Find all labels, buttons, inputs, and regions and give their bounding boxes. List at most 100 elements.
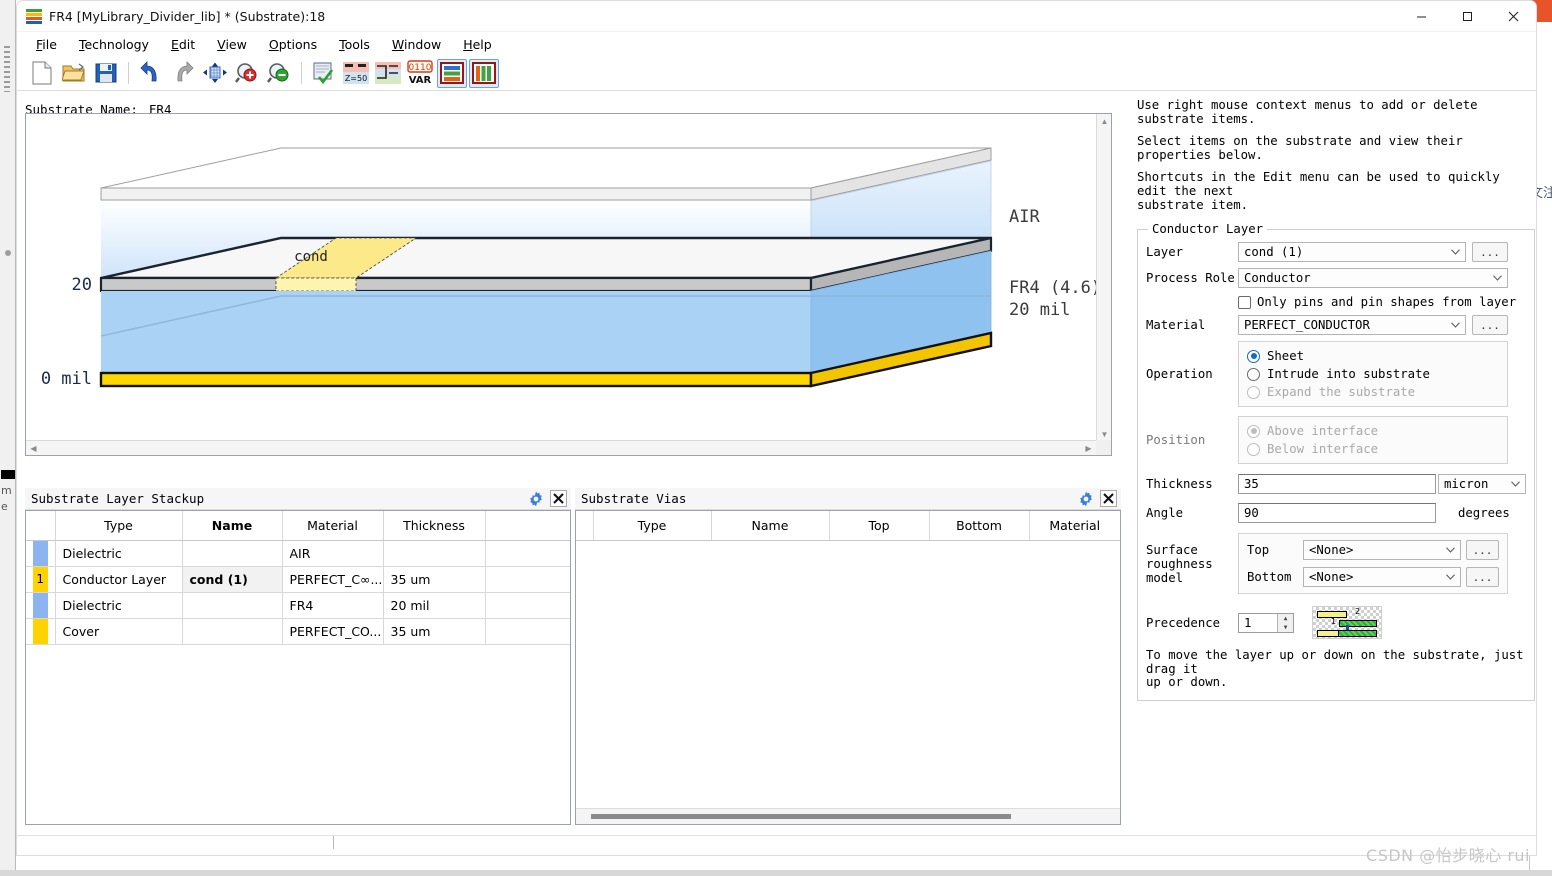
minimize-button[interactable] — [1398, 1, 1444, 32]
row-thickness[interactable]: 20 mil — [383, 592, 486, 619]
row-material[interactable]: PERFECT_CO... — [282, 618, 384, 645]
close-icon[interactable] — [550, 490, 567, 507]
spin-down-icon[interactable]: ▼ — [1278, 623, 1293, 632]
stackup-col-thickness[interactable]: Thickness — [383, 511, 486, 541]
menu-options[interactable]: Options — [258, 35, 328, 54]
row-material[interactable]: FR4 — [282, 592, 384, 619]
table-row[interactable]: 1 Conductor Layer cond (1) PERFECT_C∞...… — [26, 565, 570, 593]
scroll-right-arrow-icon[interactable]: ▶ — [1081, 441, 1096, 456]
scroll-left-arrow-icon[interactable]: ◀ — [26, 441, 41, 456]
vias-col-type[interactable]: Type — [593, 511, 712, 541]
stackup-col-index[interactable] — [26, 511, 56, 541]
menu-technology[interactable]: Technology — [68, 35, 160, 54]
horizontal-stack-view-icon[interactable] — [437, 58, 467, 88]
layer-browse-button[interactable]: ... — [1472, 242, 1508, 263]
dock-marker — [1, 470, 15, 479]
only-pins-row[interactable]: Only pins and pin shapes from layer — [1146, 295, 1526, 309]
vias-col-top[interactable]: Top — [829, 511, 930, 541]
vias-scroll-thumb[interactable] — [591, 814, 1011, 819]
only-pins-checkbox[interactable] — [1238, 295, 1251, 309]
canvas-scale-top: 20 — [72, 275, 92, 295]
surface-roughness-bottom-browse-button[interactable]: ... — [1466, 567, 1499, 588]
table-row[interactable]: Dielectric AIR — [26, 540, 570, 567]
layer-stack-icon[interactable] — [373, 59, 403, 88]
menu-help[interactable]: Help — [452, 35, 503, 54]
layer-select[interactable]: cond (1) — [1238, 242, 1466, 263]
material-select[interactable]: PERFECT_CONDUCTOR — [1238, 315, 1466, 336]
save-disk-icon[interactable] — [91, 59, 121, 88]
vias-col-material[interactable]: Material — [1029, 511, 1120, 541]
table-row[interactable]: Dielectric FR4 20 mil — [26, 592, 570, 619]
new-document-icon[interactable] — [27, 59, 57, 88]
zoom-out-icon[interactable] — [264, 59, 294, 88]
open-folder-icon[interactable] — [59, 59, 89, 88]
vias-horizontal-scrollbar[interactable] — [576, 808, 1120, 824]
gear-icon[interactable] — [528, 491, 544, 507]
gear-icon[interactable] — [1078, 491, 1094, 507]
vias-col-index[interactable] — [576, 511, 594, 541]
precedence-stepper[interactable]: 1 ▲ ▼ — [1238, 612, 1294, 633]
surface-roughness-top-select[interactable]: <None> — [1303, 540, 1461, 561]
menu-edit[interactable]: Edit — [160, 35, 206, 54]
stackup-col-material[interactable]: Material — [282, 511, 384, 541]
variables-icon[interactable]: 0110 VAR — [405, 59, 435, 88]
maximize-button[interactable] — [1444, 1, 1490, 32]
table-row[interactable]: Cover PERFECT_CO... 35 um — [26, 618, 570, 645]
close-icon[interactable] — [1100, 490, 1117, 507]
undo-arrow-icon[interactable] — [136, 59, 166, 88]
substrate-3d-canvas[interactable]: cond 20 0 mil AIR FR4 (4.6) 20 mil ▲ ▼ ◀… — [25, 113, 1112, 456]
surface-roughness-top-browse-button[interactable]: ... — [1466, 540, 1499, 561]
canvas-drawing-area[interactable]: cond 20 0 mil AIR FR4 (4.6) 20 mil — [26, 114, 1111, 455]
material-browse-button[interactable]: ... — [1472, 315, 1508, 336]
impedance-z50-icon[interactable]: Z=50 — [341, 59, 371, 88]
angle-input[interactable]: 90 — [1238, 503, 1436, 524]
stackup-col-name[interactable]: Name — [182, 511, 283, 541]
redo-arrow-icon[interactable] — [168, 59, 198, 88]
row-filler — [485, 566, 570, 593]
dock-grip-icon[interactable] — [4, 46, 10, 92]
row-name-selected[interactable]: cond (1) — [181, 565, 283, 593]
menu-view[interactable]: View — [206, 35, 258, 54]
process-role-select[interactable]: Conductor — [1238, 268, 1508, 289]
operation-option-sheet[interactable]: Sheet — [1247, 347, 1499, 365]
operation-option-intrude[interactable]: Intrude into substrate — [1247, 365, 1499, 383]
fit-view-icon[interactable] — [200, 59, 230, 88]
vias-col-bottom[interactable]: Bottom — [929, 511, 1030, 541]
vias-panel-title: Substrate Vias — [581, 491, 687, 506]
menu-window[interactable]: Window — [381, 35, 452, 54]
row-name[interactable] — [182, 540, 283, 567]
surface-roughness-bottom-select[interactable]: <None> — [1303, 567, 1461, 588]
left-dock-strip[interactable]: m e — [0, 0, 16, 876]
radio-expand-icon — [1247, 385, 1260, 399]
menu-file[interactable]: File — [25, 35, 68, 54]
vertical-stack-view-icon[interactable] — [469, 58, 499, 88]
precedence-spin-buttons[interactable]: ▲ ▼ — [1277, 613, 1293, 632]
conductor-layer-group: Conductor Layer Layer cond (1) ... Proce… — [1137, 222, 1535, 701]
scroll-up-arrow-icon[interactable]: ▲ — [1097, 114, 1112, 129]
stackup-panel-title: Substrate Layer Stackup — [31, 491, 205, 506]
layer-order-illustration: 1 2 — [1312, 606, 1382, 640]
vias-col-name[interactable]: Name — [711, 511, 830, 541]
row-thickness[interactable]: 35 um — [383, 618, 486, 645]
vias-grid[interactable]: Type Name Top Bottom Material — [575, 510, 1121, 825]
thickness-unit-select[interactable]: micron — [1438, 474, 1526, 495]
row-thickness[interactable]: 35 um — [383, 566, 486, 593]
stackup-grid[interactable]: Type Name Material Thickness Dielectric … — [25, 510, 571, 825]
thickness-input[interactable]: 35 — [1238, 474, 1436, 495]
row-material[interactable]: PERFECT_C∞... — [282, 566, 384, 593]
menu-tools[interactable]: Tools — [328, 35, 381, 54]
close-button[interactable] — [1490, 1, 1536, 32]
dock-handle-dot-icon[interactable] — [5, 250, 11, 256]
canvas-vertical-scrollbar[interactable]: ▲ ▼ — [1096, 114, 1111, 442]
row-material[interactable]: AIR — [282, 540, 384, 567]
row-name[interactable] — [182, 618, 283, 645]
radio-intrude-icon[interactable] — [1247, 367, 1260, 381]
verify-substrate-icon[interactable] — [309, 59, 339, 88]
row-name[interactable] — [182, 592, 283, 619]
stackup-col-type[interactable]: Type — [55, 511, 183, 541]
row-thickness[interactable] — [383, 540, 486, 567]
spin-up-icon[interactable]: ▲ — [1278, 614, 1293, 623]
zoom-in-icon[interactable] — [232, 59, 262, 88]
radio-sheet-icon[interactable] — [1247, 349, 1260, 363]
canvas-horizontal-scrollbar[interactable]: ◀ ▶ — [26, 440, 1111, 455]
